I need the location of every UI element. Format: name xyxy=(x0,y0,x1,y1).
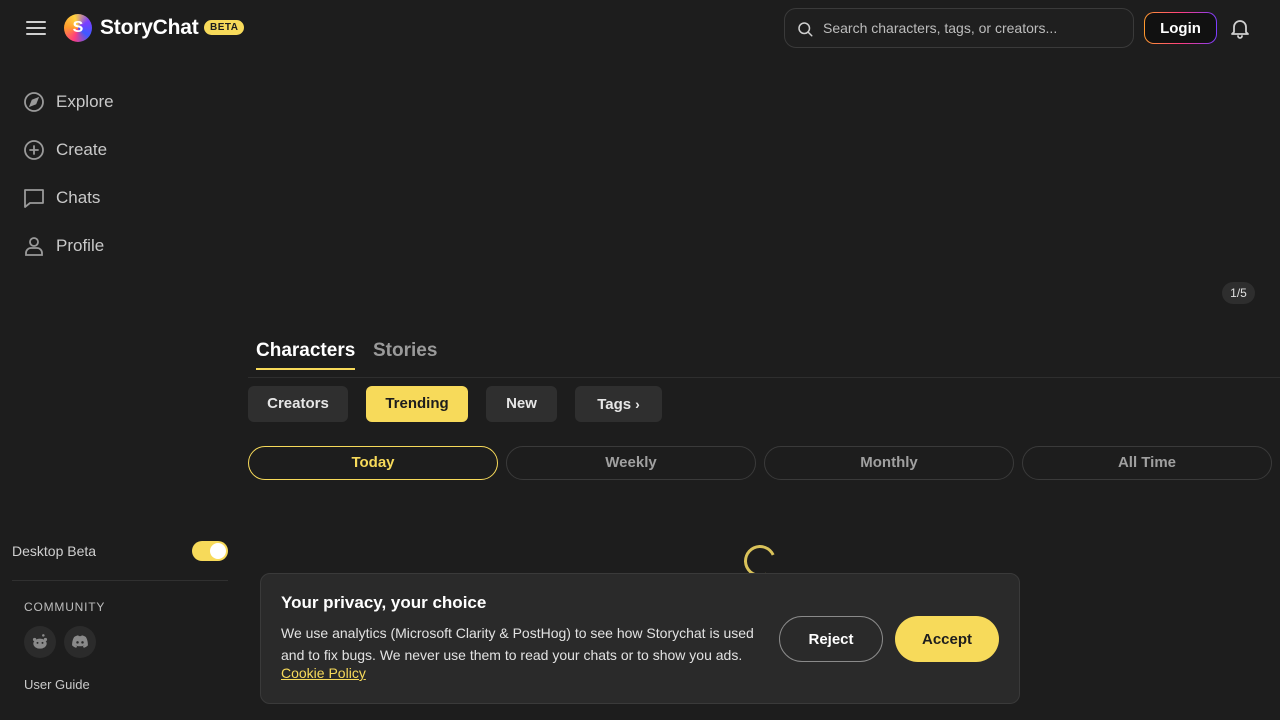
desktop-beta-label: Desktop Beta xyxy=(12,543,97,559)
period-all-time[interactable]: All Time xyxy=(1022,446,1272,480)
chevron-right-icon: › xyxy=(635,396,640,412)
storychat-logo[interactable]: S xyxy=(64,14,92,42)
search-box[interactable] xyxy=(784,8,1134,48)
user-guide-link[interactable]: User Guide xyxy=(24,677,90,692)
brand-name[interactable]: StoryChat xyxy=(100,16,199,40)
sidebar-item-label: Explore xyxy=(56,92,114,111)
toggle-knob xyxy=(210,543,226,559)
search-input[interactable] xyxy=(823,9,1123,47)
user-icon xyxy=(25,237,43,256)
login-button-frame: Login xyxy=(1144,12,1217,44)
search-icon xyxy=(798,22,813,37)
discord-icon xyxy=(72,635,88,648)
sidebar-item-label: Chats xyxy=(56,188,101,207)
filter-tags-label: Tags xyxy=(597,396,632,413)
carousel-indicator: 1/5 xyxy=(1222,282,1255,304)
desktop-beta-row: Desktop Beta xyxy=(12,540,228,564)
desktop-beta-toggle[interactable] xyxy=(192,541,228,561)
sidebar-item-explore[interactable]: Explore xyxy=(0,78,240,126)
reddit-icon xyxy=(32,634,48,649)
beta-badge: BETA xyxy=(204,20,245,35)
community-heading: COMMUNITY xyxy=(24,600,106,614)
sidebar-item-create[interactable]: Create xyxy=(0,126,240,174)
filter-tags[interactable]: Tags › xyxy=(575,386,662,422)
period-monthly[interactable]: Monthly xyxy=(764,446,1014,480)
plus-circle-icon xyxy=(24,140,44,160)
period-today[interactable]: Today xyxy=(248,446,498,480)
tab-characters[interactable]: Characters xyxy=(256,340,356,370)
logo-letter: S xyxy=(72,19,84,36)
hamburger-menu-icon[interactable] xyxy=(24,18,48,38)
sidebar-item-label: Create xyxy=(56,140,108,159)
sidebar-item-profile[interactable]: Profile xyxy=(0,222,240,270)
sidebar-item-label: Profile xyxy=(56,236,105,255)
cookie-body: We use analytics (Microsoft Clarity & Po… xyxy=(281,625,754,663)
login-button[interactable]: Login xyxy=(1145,13,1216,43)
accept-button[interactable]: Accept xyxy=(895,616,999,662)
filter-new[interactable]: New xyxy=(486,386,557,422)
tab-stories[interactable]: Stories xyxy=(373,340,437,368)
sidebar-nav: Explore Create Chats Profile xyxy=(0,78,240,270)
reddit-button[interactable] xyxy=(24,626,56,658)
sidebar-divider xyxy=(12,580,228,581)
sidebar-item-chats[interactable]: Chats xyxy=(0,174,240,222)
compass-icon xyxy=(24,92,44,112)
cookie-title: Your privacy, your choice xyxy=(281,593,487,612)
top-bar: S StoryChat BETA Login xyxy=(0,0,1280,56)
period-weekly[interactable]: Weekly xyxy=(506,446,756,480)
cookie-consent-banner: Your privacy, your choice We use analyti… xyxy=(260,573,1020,704)
cookie-policy-link[interactable]: Cookie Policy xyxy=(281,665,366,681)
chat-bubble-icon xyxy=(24,189,44,208)
reject-button[interactable]: Reject xyxy=(779,616,883,662)
content-tabs: Characters Stories xyxy=(248,336,1280,378)
discord-button[interactable] xyxy=(64,626,96,658)
bell-icon[interactable] xyxy=(1228,16,1252,40)
filter-creators[interactable]: Creators xyxy=(248,386,348,422)
filter-trending[interactable]: Trending xyxy=(366,386,468,422)
